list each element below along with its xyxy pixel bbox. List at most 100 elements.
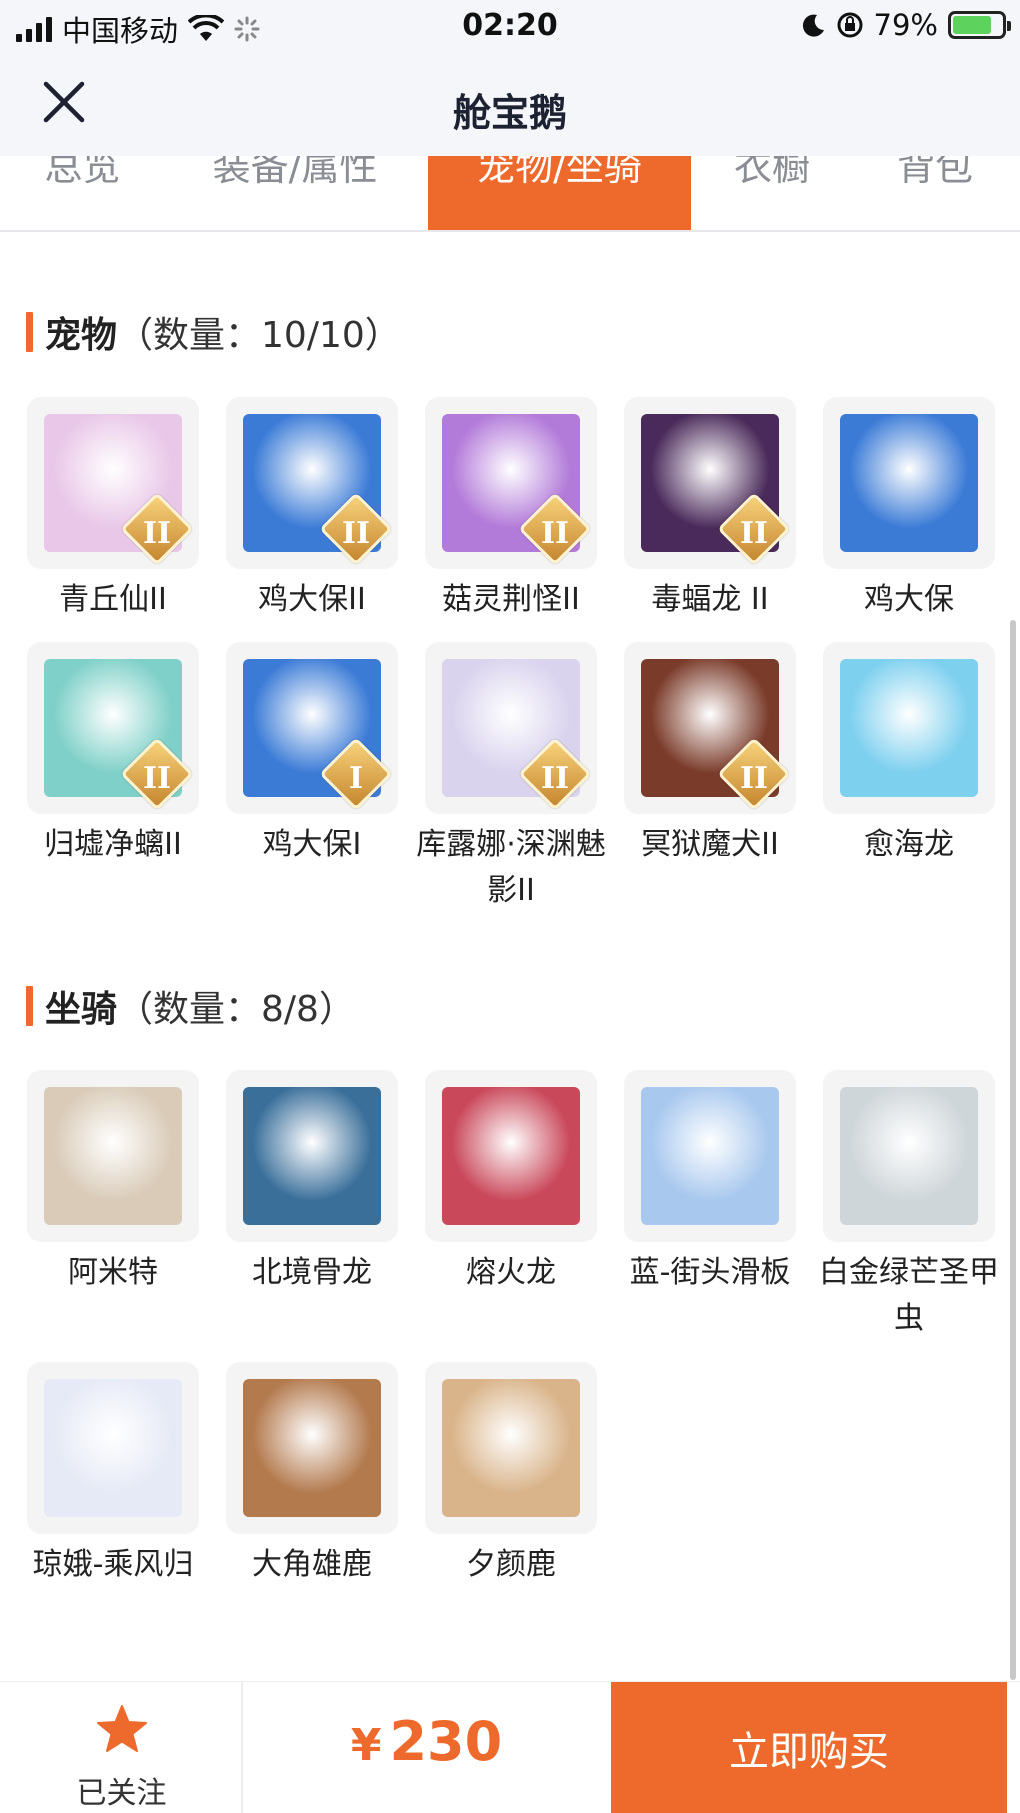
buy-now-label: 立即购买 bbox=[729, 1729, 889, 1775]
item-label: 毒蝠龙 II bbox=[651, 582, 769, 617]
pets-heading: 宠物 bbox=[45, 315, 118, 356]
tab-bar: 总览 装备/属性 宠物/坐骑 衣橱 背包 bbox=[0, 156, 1020, 232]
mount-card[interactable]: 阿米特 bbox=[27, 1070, 199, 1296]
rotation-lock-icon bbox=[837, 12, 863, 38]
item-label: 菇灵荆怪II bbox=[442, 582, 580, 617]
scrollbar[interactable] bbox=[1010, 620, 1016, 1680]
price: ¥230 bbox=[243, 1710, 610, 1773]
price-value: 230 bbox=[389, 1710, 503, 1773]
item-label: 琼娥-乘风归 bbox=[32, 1547, 194, 1582]
item-label: 夕颜鹿 bbox=[466, 1547, 556, 1582]
mounts-heading: 坐骑 bbox=[45, 989, 118, 1030]
tier-badge-text: II bbox=[739, 516, 769, 551]
bottom-bar: 已关注 ¥230 立即购买 bbox=[0, 1681, 1020, 1813]
mount-card[interactable]: 蓝-街头滑板 bbox=[624, 1070, 796, 1296]
mount-image bbox=[624, 1070, 796, 1242]
tab-pets-mounts[interactable]: 宠物/坐骑 bbox=[428, 156, 691, 230]
item-label: 青丘仙II bbox=[59, 582, 167, 617]
pet-card[interactable]: II 库露娜·深渊魅影II bbox=[416, 642, 606, 914]
tier-badge-text: II bbox=[142, 516, 172, 551]
section-accent-bar bbox=[26, 312, 33, 352]
follow-button[interactable]: 已关注 bbox=[0, 1682, 243, 1813]
item-label: 北境骨龙 bbox=[252, 1255, 372, 1290]
item-label: 鸡大保II bbox=[258, 582, 366, 617]
item-artwork bbox=[442, 1379, 580, 1517]
item-artwork bbox=[641, 1087, 779, 1225]
mount-card[interactable]: 夕颜鹿 bbox=[425, 1362, 597, 1588]
item-artwork bbox=[840, 414, 978, 552]
follow-label: 已关注 bbox=[76, 1776, 167, 1811]
mount-card[interactable]: 琼娥-乘风归 bbox=[27, 1362, 199, 1588]
status-bar: 中国移动 02:20 79% bbox=[0, 0, 1020, 52]
tier-badge-text: I bbox=[348, 761, 364, 796]
mount-image bbox=[27, 1362, 199, 1534]
mount-image bbox=[226, 1070, 398, 1242]
item-label: 冥狱魔犬II bbox=[641, 827, 779, 862]
mount-image bbox=[226, 1362, 398, 1534]
pet-card[interactable]: II 归墟净螭II bbox=[27, 642, 199, 868]
mount-image bbox=[425, 1070, 597, 1242]
pet-image: II bbox=[624, 397, 796, 569]
pet-card[interactable]: 鸡大保 bbox=[823, 397, 995, 623]
tier-badge-text: II bbox=[341, 516, 371, 551]
pet-card[interactable]: II 冥狱魔犬II bbox=[624, 642, 796, 868]
battery-icon bbox=[948, 11, 1011, 39]
pet-card[interactable]: II 毒蝠龙 II bbox=[624, 397, 796, 623]
item-artwork bbox=[44, 1087, 182, 1225]
pet-image bbox=[823, 397, 995, 569]
tab-overview[interactable]: 总览 bbox=[0, 156, 165, 230]
tab-backpack[interactable]: 背包 bbox=[870, 156, 1000, 230]
item-label: 熔火龙 bbox=[466, 1255, 556, 1290]
tab-wardrobe[interactable]: 衣橱 bbox=[712, 156, 832, 230]
item-label: 白金绿芒圣甲虫 bbox=[819, 1255, 999, 1336]
pet-card[interactable]: I 鸡大保I bbox=[226, 642, 398, 868]
item-artwork bbox=[442, 1087, 580, 1225]
item-label: 大角雄鹿 bbox=[252, 1547, 372, 1582]
header: 舱宝鹅 bbox=[0, 52, 1020, 156]
tier-badge-text: II bbox=[739, 761, 769, 796]
item-label: 鸡大保 bbox=[864, 582, 954, 617]
status-right: 79% bbox=[800, 8, 1011, 42]
pets-count: （数量：10/10） bbox=[117, 315, 401, 356]
buy-now-button[interactable]: 立即购买 bbox=[611, 1682, 1007, 1813]
section-accent-bar bbox=[26, 986, 33, 1026]
moon-icon bbox=[802, 14, 824, 37]
pet-image: II bbox=[27, 397, 199, 569]
item-label: 库露娜·深渊魅影II bbox=[416, 827, 606, 908]
tab-equipment[interactable]: 装备/属性 bbox=[190, 156, 400, 230]
pet-card[interactable]: II 青丘仙II bbox=[27, 397, 199, 623]
pet-image: I bbox=[226, 642, 398, 814]
tier-badge-text: II bbox=[540, 516, 570, 551]
page-title: 舱宝鹅 bbox=[452, 91, 567, 135]
item-label: 归墟净螭II bbox=[44, 827, 182, 862]
item-artwork bbox=[243, 1379, 381, 1517]
pet-image bbox=[823, 642, 995, 814]
mount-card[interactable]: 熔火龙 bbox=[425, 1070, 597, 1296]
item-artwork bbox=[840, 659, 978, 797]
mount-card[interactable]: 白金绿芒圣甲虫 bbox=[819, 1070, 999, 1342]
mount-card[interactable]: 北境骨龙 bbox=[226, 1070, 398, 1296]
tier-badge-text: II bbox=[540, 761, 570, 796]
mounts-section-title: 坐骑 （数量：8/8） bbox=[26, 980, 355, 1032]
tier-badge-text: II bbox=[142, 761, 172, 796]
pet-card[interactable]: II 菇灵荆怪II bbox=[425, 397, 597, 623]
price-symbol: ¥ bbox=[350, 1720, 382, 1771]
pet-image: II bbox=[425, 397, 597, 569]
pet-image: II bbox=[27, 642, 199, 814]
pet-image: II bbox=[226, 397, 398, 569]
pet-card[interactable]: II 鸡大保II bbox=[226, 397, 398, 623]
item-artwork bbox=[840, 1087, 978, 1225]
star-icon bbox=[97, 1705, 147, 1752]
mount-image bbox=[27, 1070, 199, 1242]
item-label: 蓝-街头滑板 bbox=[629, 1255, 791, 1290]
item-artwork bbox=[243, 1087, 381, 1225]
item-label: 愈海龙 bbox=[864, 827, 954, 862]
pet-image: II bbox=[425, 642, 597, 814]
mount-card[interactable]: 大角雄鹿 bbox=[226, 1362, 398, 1588]
pets-section-title: 宠物 （数量：10/10） bbox=[26, 306, 401, 358]
pet-card[interactable]: 愈海龙 bbox=[823, 642, 995, 868]
battery-percent: 79% bbox=[873, 8, 938, 42]
item-artwork bbox=[44, 1379, 182, 1517]
pet-image: II bbox=[624, 642, 796, 814]
mounts-count: （数量：8/8） bbox=[117, 989, 355, 1030]
